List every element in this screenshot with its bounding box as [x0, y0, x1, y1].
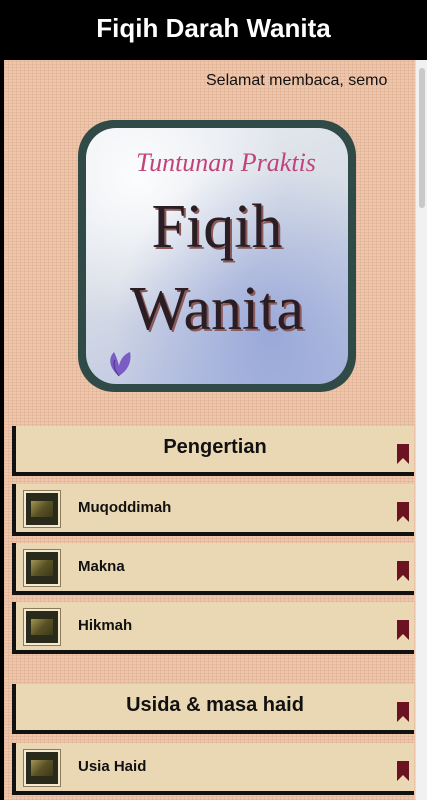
- scrollbar-thumb[interactable]: [419, 68, 425, 208]
- list-item-label: Hikmah: [78, 617, 133, 634]
- bookmark-icon[interactable]: [396, 502, 410, 522]
- list-item-usia-haid[interactable]: Usia Haid: [12, 743, 414, 795]
- list-item-hikmah[interactable]: Hikmah: [12, 602, 414, 654]
- app-header: Fiqih Darah Wanita: [0, 0, 427, 56]
- section-header-usia-masa-haid[interactable]: Usida & masa haid: [12, 684, 414, 734]
- book-thumbnail-icon: [24, 491, 60, 527]
- book-thumbnail-icon: [24, 609, 60, 645]
- vertical-scrollbar[interactable]: [415, 60, 427, 800]
- section-title: Usida & masa haid: [126, 694, 304, 716]
- cover-title-line2: Wanita: [129, 275, 305, 343]
- book-thumbnail-icon: [24, 550, 60, 586]
- list-item-muqoddimah[interactable]: Muqoddimah: [12, 484, 414, 536]
- section-header-pengertian[interactable]: Pengertian: [12, 426, 414, 476]
- bookmark-icon[interactable]: [396, 761, 410, 781]
- bookmark-icon[interactable]: [396, 561, 410, 581]
- bookmark-icon[interactable]: [396, 620, 410, 640]
- bookmark-icon[interactable]: [396, 444, 410, 464]
- book-cover-image: Tuntunan Praktis Fiqih Wanita: [78, 120, 356, 392]
- bookmark-icon[interactable]: [396, 702, 410, 722]
- book-thumbnail-icon: [24, 750, 60, 786]
- list-item-label: Usia Haid: [78, 758, 147, 775]
- cover-subtitle: Tuntunan Praktis: [136, 148, 316, 177]
- section-title: Pengertian: [163, 436, 267, 458]
- app-title: Fiqih Darah Wanita: [96, 12, 331, 43]
- content-area[interactable]: Selamat membaca, semo Tuntunan Praktis F…: [4, 60, 415, 800]
- welcome-marquee: Selamat membaca, semo: [206, 72, 388, 89]
- list-item-label: Makna: [78, 558, 125, 575]
- list-item-label: Muqoddimah: [78, 499, 172, 516]
- flower-icon: [110, 352, 131, 377]
- list-item-makna[interactable]: Makna: [12, 543, 414, 595]
- cover-title-line1: Fiqih: [151, 193, 283, 261]
